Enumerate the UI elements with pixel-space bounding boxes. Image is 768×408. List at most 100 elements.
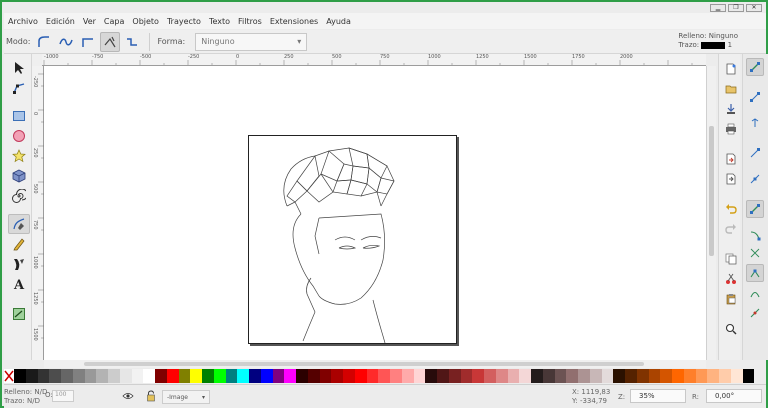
snap-bbox-midpoints-toggle[interactable]	[746, 170, 764, 188]
tool-spiral[interactable]	[8, 186, 30, 206]
snap-intersections-toggle[interactable]	[746, 244, 764, 262]
new-document-button[interactable]	[722, 60, 740, 78]
horizontal-scroll-thumb[interactable]	[84, 362, 644, 366]
menu-ver[interactable]: Ver	[79, 17, 100, 26]
no-color-swatch[interactable]	[4, 369, 14, 383]
color-swatch[interactable]	[484, 369, 496, 383]
close-button[interactable]: ✕	[746, 4, 762, 12]
cut-button[interactable]	[722, 270, 740, 288]
color-swatch[interactable]	[119, 369, 132, 383]
color-swatch[interactable]	[49, 369, 61, 383]
tool-text[interactable]: A	[8, 274, 30, 294]
vertical-scroll-thumb[interactable]	[709, 126, 714, 256]
color-swatch[interactable]	[366, 369, 379, 383]
snap-bbox-corners-toggle[interactable]	[746, 144, 764, 162]
color-swatch[interactable]	[237, 369, 249, 383]
menu-archivo[interactable]: Archivo	[4, 17, 42, 26]
color-swatch[interactable]	[437, 369, 449, 383]
color-swatch[interactable]	[719, 369, 731, 383]
paste-button[interactable]	[722, 290, 740, 308]
color-swatch[interactable]	[131, 369, 144, 383]
tool-star[interactable]	[8, 146, 30, 166]
color-swatch[interactable]	[96, 369, 108, 383]
tool-rectangle[interactable]	[8, 106, 30, 126]
snap-bbox-edges-toggle[interactable]	[746, 114, 764, 132]
snap-nodes-toggle[interactable]	[746, 200, 764, 218]
snap-bbox-toggle[interactable]	[746, 88, 764, 106]
color-swatch[interactable]	[260, 369, 273, 383]
color-swatch[interactable]	[190, 369, 202, 383]
layer-visibility-toggle[interactable]	[122, 391, 134, 403]
color-swatch[interactable]	[542, 369, 555, 383]
layer-lock-toggle[interactable]	[146, 390, 156, 404]
mode-straight-lines-button[interactable]	[100, 31, 121, 52]
color-swatch[interactable]	[14, 369, 26, 383]
import-button[interactable]	[722, 150, 740, 168]
color-swatch[interactable]	[178, 369, 191, 383]
menu-ayuda[interactable]: Ayuda	[322, 17, 355, 26]
color-swatch[interactable]	[108, 369, 120, 383]
color-swatch[interactable]	[331, 369, 343, 383]
menu-trayecto[interactable]: Trayecto	[163, 17, 205, 26]
vertical-ruler[interactable]: -250 0 250 500 750 1000 1250 1500	[32, 66, 44, 360]
color-swatch[interactable]	[613, 369, 625, 383]
color-swatch[interactable]	[730, 369, 743, 383]
menu-texto[interactable]: Texto	[205, 17, 234, 26]
color-palette[interactable]	[4, 369, 755, 383]
color-swatch[interactable]	[566, 369, 578, 383]
color-swatch[interactable]	[296, 369, 308, 383]
color-swatch[interactable]	[695, 369, 708, 383]
menu-extensiones[interactable]: Extensiones	[266, 17, 322, 26]
color-swatch[interactable]	[625, 369, 637, 383]
color-swatch[interactable]	[25, 369, 38, 383]
vertical-scrollbar[interactable]	[706, 66, 716, 360]
print-button[interactable]	[722, 120, 740, 138]
color-swatch[interactable]	[307, 369, 320, 383]
style-indicator[interactable]: Relleno: Ninguno Trazo: 1	[678, 32, 738, 50]
horizontal-ruler[interactable]: -1000 -750 -500 -250 0 250 500 750 1000 …	[42, 54, 706, 66]
save-button[interactable]	[722, 100, 740, 118]
export-button[interactable]	[722, 170, 740, 188]
menu-filtros[interactable]: Filtros	[234, 17, 266, 26]
snap-paths-toggle[interactable]	[746, 226, 764, 244]
tool-selector[interactable]	[8, 58, 30, 78]
color-swatch[interactable]	[72, 369, 85, 383]
color-swatch[interactable]	[589, 369, 602, 383]
mode-paraxial-button[interactable]	[122, 32, 142, 52]
color-swatch[interactable]	[519, 369, 531, 383]
undo-button[interactable]	[722, 200, 740, 218]
copy-button[interactable]	[722, 250, 740, 268]
maximize-button[interactable]: ❐	[728, 4, 744, 12]
layer-selector[interactable]: -Image ▾	[162, 390, 210, 404]
color-swatch[interactable]	[319, 369, 332, 383]
tool-pen[interactable]	[8, 214, 30, 234]
tool-ellipse[interactable]	[8, 126, 30, 146]
mode-bspline-button[interactable]	[78, 32, 98, 52]
tool-3dbox[interactable]	[8, 166, 30, 186]
fill-stroke-indicator[interactable]: Relleno: N/D Trazo: N/D	[4, 388, 47, 406]
color-swatch[interactable]	[495, 369, 508, 383]
menu-edicion[interactable]: Edición	[42, 17, 79, 26]
color-swatch[interactable]	[155, 369, 167, 383]
mode-regular-bezier-button[interactable]	[34, 32, 54, 52]
color-swatch[interactable]	[378, 369, 390, 383]
open-button[interactable]	[722, 80, 740, 98]
zoom-selection-button[interactable]	[722, 320, 740, 338]
color-swatch[interactable]	[249, 369, 261, 383]
color-swatch[interactable]	[354, 369, 367, 383]
color-swatch[interactable]	[202, 369, 214, 383]
snap-smooth-nodes-toggle[interactable]	[746, 284, 764, 302]
snap-midpoints-toggle[interactable]	[746, 304, 764, 322]
color-swatch[interactable]	[413, 369, 426, 383]
color-swatch[interactable]	[390, 369, 402, 383]
color-swatch[interactable]	[448, 369, 461, 383]
horizontal-scrollbar[interactable]	[44, 360, 706, 368]
minimize-button[interactable]: ▁	[710, 4, 726, 12]
rotation-field[interactable]: 0,00°	[706, 389, 762, 403]
color-swatch[interactable]	[460, 369, 473, 383]
color-swatch[interactable]	[401, 369, 414, 383]
color-swatch[interactable]	[272, 369, 285, 383]
color-swatch[interactable]	[660, 369, 672, 383]
tool-pencil[interactable]	[8, 234, 30, 254]
color-swatch[interactable]	[554, 369, 567, 383]
